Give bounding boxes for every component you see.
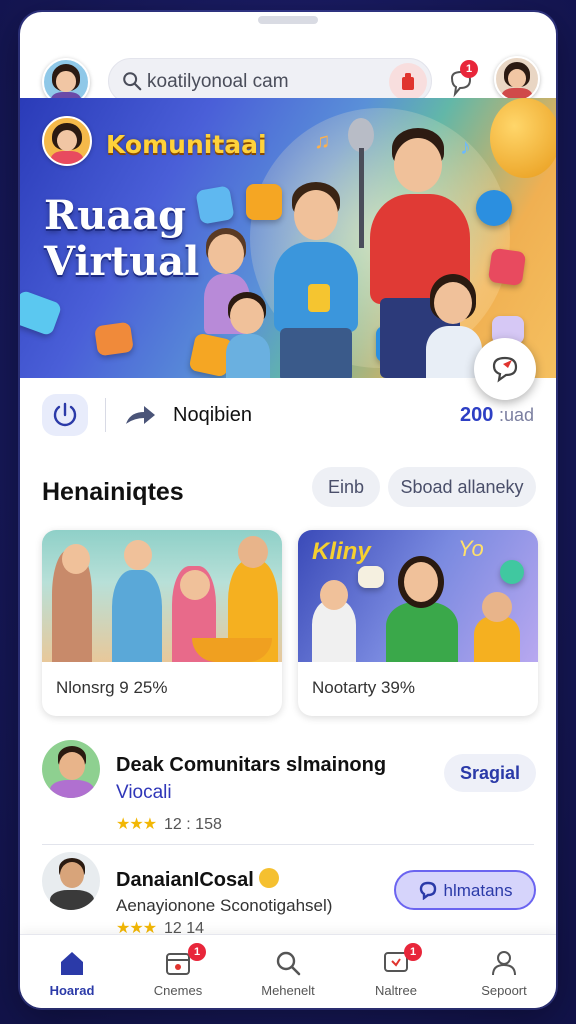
card-caption: Nootarty 39% — [312, 678, 415, 697]
nav-badge: 1 — [404, 943, 422, 961]
search-input[interactable]: koatilyonoal cam — [147, 71, 289, 93]
item-avatar — [42, 740, 100, 798]
hero-title-line1: Ruaag — [44, 192, 187, 239]
profile-avatar[interactable] — [494, 56, 540, 102]
rating-stars: ★★★ — [116, 816, 157, 833]
home-icon — [61, 952, 83, 975]
item-meta: ★★★ 12 : 158 — [116, 816, 222, 833]
item-title: Deak Comunitars slmainong — [116, 754, 387, 776]
drink-cup-icon — [308, 284, 330, 312]
nav-search[interactable]: Mehenelt — [238, 935, 338, 1008]
card-image — [42, 530, 282, 662]
community-avatar — [42, 116, 92, 166]
item-title: DanaianICosal — [116, 868, 280, 892]
stats-row: Noqibien 200 :uad — [20, 384, 556, 446]
search-icon — [123, 72, 142, 91]
hero-brand-text: Komunitaai — [106, 130, 267, 159]
nav-messages[interactable]: 1 Naltree — [346, 935, 446, 1008]
chat-bubble-icon — [476, 190, 512, 226]
character-child-left — [218, 292, 278, 378]
profile-icon — [492, 951, 516, 976]
hero-banner[interactable]: ♫ ♪ Komunitaai Ruaag Virtual — [20, 98, 556, 378]
card-caption: Nlonsrg 9 25% — [56, 678, 168, 697]
app-screen: koatilyonoal cam 1 ♫ ♪ Komunitaai Ruaag … — [20, 12, 556, 1008]
power-button[interactable] — [42, 394, 88, 436]
nav-events[interactable]: 1 Cnemes — [128, 935, 228, 1008]
nav-profile[interactable]: Sepoort — [454, 935, 554, 1008]
card-overlay-text: Kliny — [312, 538, 371, 565]
list-item[interactable]: DanaianICosal Aenayionone Sconotigahsel)… — [20, 848, 556, 937]
notification-button[interactable]: 1 — [446, 60, 478, 100]
hero-title-line2: Virtual — [44, 238, 200, 285]
filter-pill-left[interactable]: Einb — [312, 467, 380, 507]
stats-count: 200 :uad — [460, 404, 534, 426]
balloon-decoration — [490, 98, 556, 178]
card-tile-icon — [20, 289, 63, 337]
drag-handle — [258, 16, 318, 24]
emoji-icon — [259, 868, 280, 888]
notification-badge: 1 — [460, 60, 478, 78]
record-icon — [402, 73, 414, 90]
record-button[interactable] — [389, 63, 427, 101]
heart-tile-icon — [195, 185, 235, 225]
food-bowl — [192, 638, 272, 662]
item-action-button[interactable]: Sragial — [444, 754, 536, 792]
stats-label: Noqibien — [173, 404, 252, 426]
power-icon — [53, 402, 77, 427]
image-tile-icon — [487, 247, 527, 287]
card-image: Kliny Yo — [298, 530, 538, 662]
item-action-button[interactable]: hlmatans — [394, 870, 536, 910]
bottom-nav: Hoarad 1 Cnemes Mehenelt 1 Naltree Sepoo… — [20, 934, 556, 1008]
nav-home[interactable]: Hoarad — [22, 935, 122, 1008]
chat-tile-icon — [94, 321, 134, 357]
item-subtitle: Aenayionone Sconotigahsel) — [116, 896, 333, 915]
character-boy — [266, 182, 366, 378]
music-note-icon: ♫ — [314, 128, 331, 153]
list-item[interactable]: Deak Comunitars slmainong Viocali ★★★ 12 … — [20, 736, 556, 836]
nav-badge: 1 — [188, 943, 206, 961]
microphone-icon — [348, 118, 374, 152]
item-avatar — [42, 852, 100, 910]
item-subtitle: Viocali — [116, 782, 172, 803]
community-card[interactable]: Kliny Yo Nootarty 39% — [298, 530, 538, 716]
community-card[interactable]: Nlonsrg 9 25% — [42, 530, 282, 716]
search-icon — [276, 951, 301, 976]
share-icon[interactable] — [122, 402, 158, 430]
filter-pill-right[interactable]: Sboad allaneky — [388, 467, 536, 507]
chat-icon — [419, 881, 436, 901]
section-title: Henainiqtes — [42, 478, 184, 506]
